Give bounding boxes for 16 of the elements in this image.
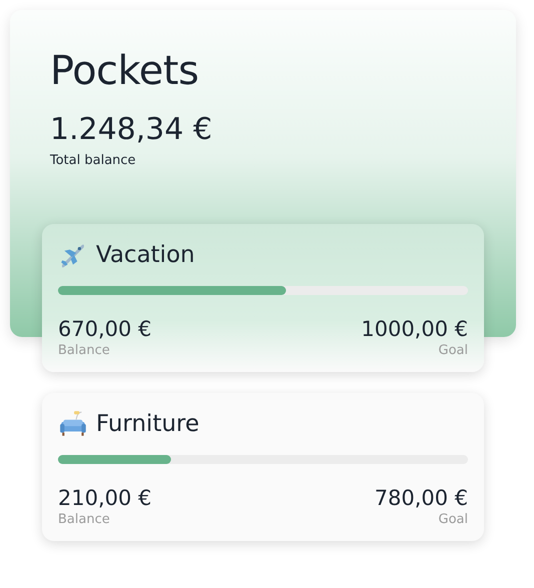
balance-label: Balance xyxy=(58,512,111,527)
balance-amount: 670,00 € xyxy=(58,317,152,341)
pocket-name: Vacation xyxy=(96,242,195,268)
goal-amount: 780,00 € xyxy=(374,486,468,510)
pocket-card[interactable]: Vacation 670,00 € Balance 1000,00 € Goal xyxy=(42,224,484,372)
total-balance-label: Total balance xyxy=(50,153,137,168)
page-title: Pockets xyxy=(50,48,200,94)
goal-label: Goal xyxy=(438,343,468,358)
total-balance: 1.248,34 € xyxy=(50,112,214,147)
balance-label: Balance xyxy=(58,343,111,358)
pocket-card[interactable]: Furniture 210,00 € Balance 780,00 € Goal xyxy=(42,393,484,541)
balance-amount: 210,00 € xyxy=(58,486,152,510)
pocket-name: Furniture xyxy=(96,411,200,437)
goal-label: Goal xyxy=(438,512,468,527)
goal-amount: 1000,00 € xyxy=(361,317,468,341)
sofa-icon xyxy=(58,409,88,439)
